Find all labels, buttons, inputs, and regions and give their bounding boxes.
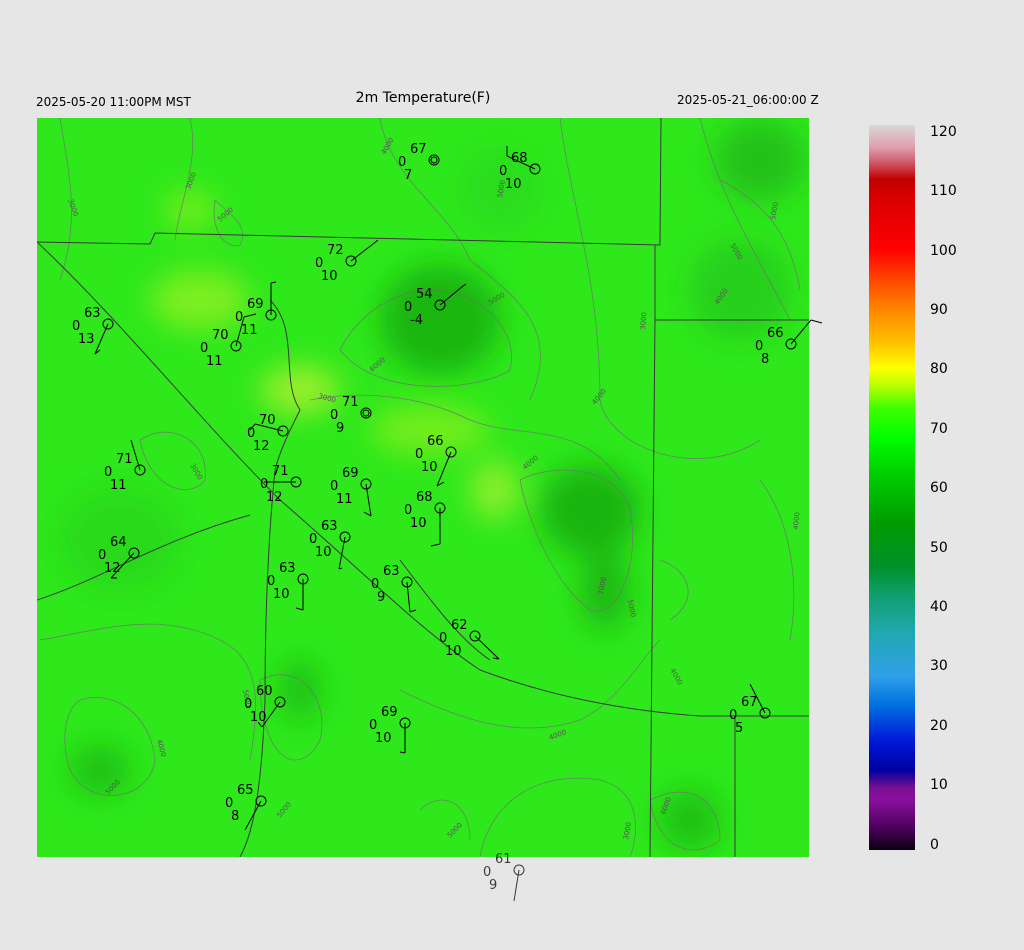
colorbar-tick: 10 bbox=[930, 777, 948, 793]
station-visibility: 9 bbox=[489, 878, 497, 893]
station-visibility: 12 bbox=[104, 561, 121, 576]
station-temperature: 63 bbox=[279, 561, 296, 576]
station-visibility: 10 bbox=[505, 177, 522, 192]
station-visibility: 11 bbox=[336, 492, 353, 507]
station-temperature: 63 bbox=[383, 564, 400, 579]
colorbar-tick: 110 bbox=[930, 183, 957, 199]
station-temperature: 72 bbox=[327, 243, 344, 258]
station-temperature: 71 bbox=[342, 395, 359, 410]
station-visibility: 9 bbox=[377, 590, 385, 605]
colorbar-tick: 120 bbox=[930, 124, 957, 140]
station-plot: 6109 bbox=[483, 852, 525, 902]
colorbar-tick: 80 bbox=[930, 361, 948, 377]
station-visibility: 8 bbox=[231, 809, 239, 824]
station-visibility: 10 bbox=[250, 710, 267, 725]
station-visibility: 10 bbox=[273, 587, 290, 602]
station-temperature: 69 bbox=[342, 466, 359, 481]
colorbar-tick: 60 bbox=[930, 480, 948, 496]
station-visibility: 10 bbox=[445, 644, 462, 659]
colorbar-tick: 70 bbox=[930, 421, 948, 437]
station-temperature: 71 bbox=[272, 464, 289, 479]
station-visibility: 10 bbox=[410, 516, 427, 531]
station-temperature: 66 bbox=[767, 326, 784, 341]
station-temperature: 61 bbox=[495, 852, 512, 867]
colorbar-tick: 30 bbox=[930, 658, 948, 674]
station-temperature: 62 bbox=[451, 618, 468, 633]
station-temperature: 66 bbox=[427, 434, 444, 449]
station-temperature: 68 bbox=[416, 490, 433, 505]
station-visibility: -4 bbox=[410, 313, 423, 328]
wind-barb-flag-icon bbox=[810, 319, 823, 324]
station-visibility: 5 bbox=[735, 721, 743, 736]
station-temperature: 71 bbox=[116, 452, 133, 467]
station-visibility: 12 bbox=[266, 490, 283, 505]
station-visibility: 10 bbox=[375, 731, 392, 746]
station-temperature: 65 bbox=[237, 783, 254, 798]
temperature-colorbar bbox=[869, 125, 915, 850]
station-temperature: 63 bbox=[321, 519, 338, 534]
station-visibility: 10 bbox=[421, 460, 438, 475]
svg-text:3000: 3000 bbox=[639, 312, 649, 330]
station-temperature: 54 bbox=[416, 287, 433, 302]
station-visibility: 10 bbox=[321, 269, 338, 284]
station-temperature: 64 bbox=[110, 535, 127, 550]
station-temperature: 67 bbox=[410, 142, 427, 157]
station-visibility: 10 bbox=[315, 545, 332, 560]
station-temperature: 68 bbox=[511, 151, 528, 166]
colorbar-tick: 40 bbox=[930, 599, 948, 615]
station-visibility: 7 bbox=[404, 168, 412, 183]
station-visibility: 11 bbox=[110, 478, 127, 493]
station-visibility: 13 bbox=[78, 332, 95, 347]
station-temperature: 69 bbox=[381, 705, 398, 720]
station-temperature: 70 bbox=[212, 328, 229, 343]
temperature-field: 3000 3000 5000 4000 5000 5000 6000 3000 … bbox=[37, 118, 809, 857]
station-visibility: 8 bbox=[761, 352, 769, 367]
station-temperature: 67 bbox=[741, 695, 758, 710]
station-temperature: 63 bbox=[84, 306, 101, 321]
colorbar-tick: 0 bbox=[930, 837, 939, 853]
colorbar-tick: 90 bbox=[930, 302, 948, 318]
colorbar-tick: 50 bbox=[930, 540, 948, 556]
colorbar-tick: 100 bbox=[930, 243, 957, 259]
station-visibility: 12 bbox=[253, 439, 270, 454]
station-temperature: 70 bbox=[259, 413, 276, 428]
station-visibility: 11 bbox=[206, 354, 223, 369]
station-temperature: 69 bbox=[247, 297, 264, 312]
station-temperature: 60 bbox=[256, 684, 273, 699]
svg-text:4000: 4000 bbox=[792, 512, 802, 530]
station-visibility: 11 bbox=[241, 323, 258, 338]
colorbar-tick: 20 bbox=[930, 718, 948, 734]
station-visibility: 9 bbox=[336, 421, 344, 436]
